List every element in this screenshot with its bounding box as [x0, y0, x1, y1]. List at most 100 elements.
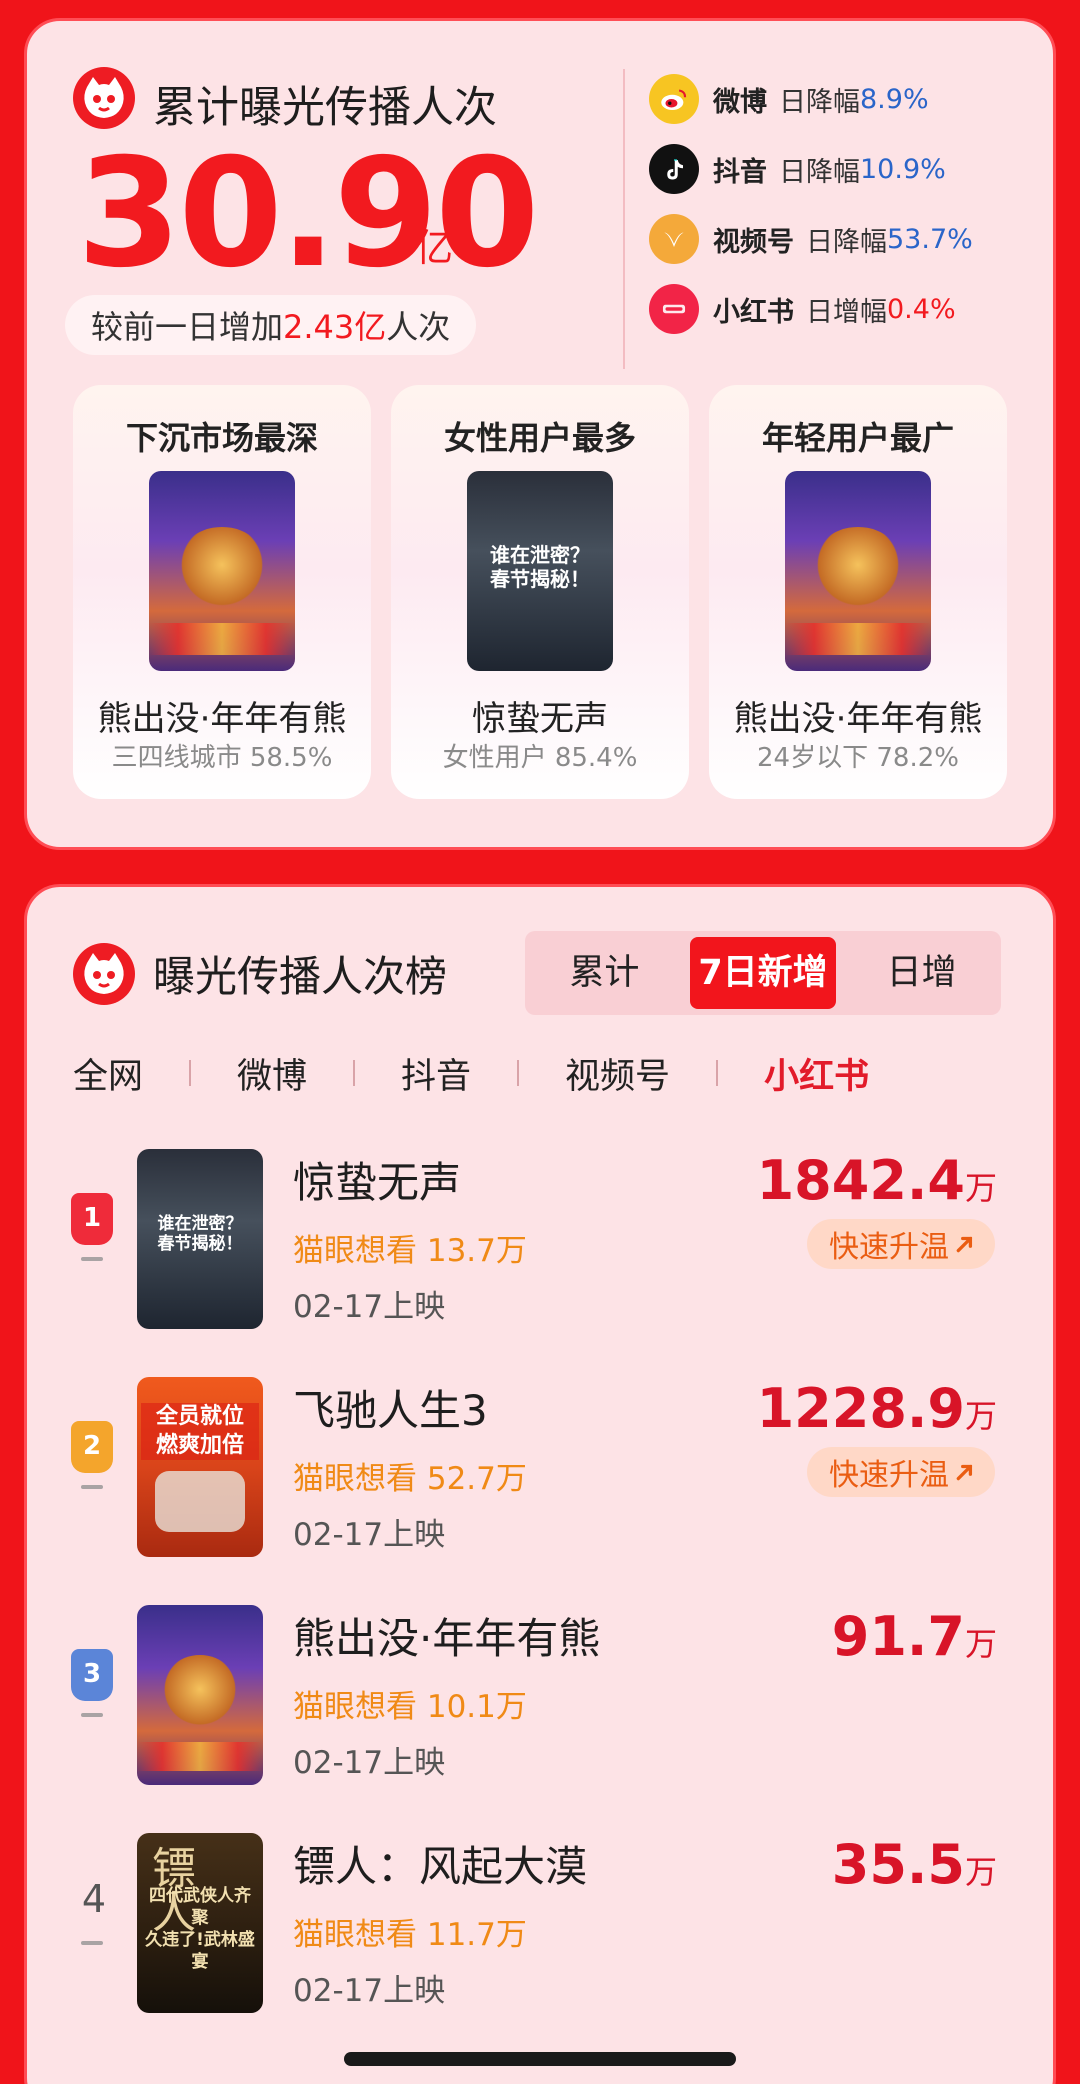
platform-tabs: 全网 微博 抖音 视频号 小红书: [73, 1043, 869, 1103]
ranking-card: 曝光传播人次榜 累计 7日新增 日增 全网 微博 抖音 视频号 小红书 1 谁在…: [24, 884, 1056, 2084]
home-indicator[interactable]: [344, 2052, 736, 2066]
channels-icon: [649, 214, 699, 264]
tab-separator: [353, 1060, 356, 1086]
rank-change-dash: [81, 1713, 103, 1717]
exposure-unit: 万: [964, 1625, 997, 1663]
exposure-value: 1228.9万: [757, 1377, 997, 1440]
trend-label: 快速升温: [829, 1458, 949, 1493]
trend-badge: 快速升温: [807, 1447, 995, 1497]
ranking-list-item[interactable]: 2 全员就位 燃爽加倍 飞驰人生3 猫眼想看 52.7万 02-17上映 122…: [27, 1377, 1053, 1561]
want-to-see-count: 猫眼想看 13.7万: [293, 1233, 527, 1269]
platform-row-douyin: 抖音 日降幅 10.9%: [649, 141, 946, 197]
exposure-value: 1842.4万: [757, 1149, 997, 1212]
total-exposure-unit: 亿: [415, 226, 454, 270]
feature-title: 下沉市场最深: [125, 419, 318, 457]
increase-suffix: 人次: [386, 308, 451, 346]
trend-label: 快速升温: [829, 1230, 949, 1265]
summary-title: 累计曝光传播人次: [153, 83, 497, 133]
platform-row-channels: 视频号 日降幅 53.7%: [649, 211, 973, 267]
douyin-icon: [649, 144, 699, 194]
trend-up-arrow-icon: [956, 1236, 973, 1253]
poster-text: 谁在泄密？ 春节揭秘！: [157, 1213, 243, 1255]
rank-change-dash: [81, 1941, 103, 1945]
rank-change-dash: [81, 1257, 103, 1261]
platform-change-value: 53.7%: [887, 223, 973, 255]
total-exposure-number: 30.90: [77, 127, 539, 301]
exposure-number: 35.5: [831, 1833, 965, 1896]
film-poster-jingzhe: 谁在泄密？ 春节揭秘！: [137, 1149, 263, 1329]
segment-daily[interactable]: 日增: [848, 937, 995, 1009]
poster-text: 全员就位 燃爽加倍: [141, 1403, 259, 1461]
ranking-list-item[interactable]: 3 熊出没·年年有熊 猫眼想看 10.1万 02-17上映 91.7万: [27, 1605, 1053, 1789]
film-poster-feichi: 全员就位 燃爽加倍: [137, 1377, 263, 1557]
tab-separator: [517, 1060, 520, 1086]
maoyan-cat-logo-icon: [73, 943, 135, 1005]
release-date: 02-17上映: [293, 1289, 446, 1325]
feature-card-young[interactable]: 年轻用户最广 熊出没·年年有熊 24岁以下 78.2%: [709, 385, 1007, 799]
film-poster-bear: [785, 471, 931, 671]
ranking-list-item[interactable]: 1 谁在泄密？ 春节揭秘！ 惊蛰无声 猫眼想看 13.7万 02-17上映 18…: [27, 1149, 1053, 1333]
tab-douyin[interactable]: 抖音: [401, 1048, 471, 1099]
platform-change-label: 日降幅: [779, 86, 860, 118]
platform-change-value: 10.9%: [860, 153, 946, 185]
film-poster-biaoren: 镖人 四代武侠人齐聚 久违了!武林盛宴: [137, 1833, 263, 2013]
feature-stat: 24岁以下 78.2%: [757, 743, 959, 773]
increase-value: 2.43亿: [283, 308, 387, 346]
ranking-list-item[interactable]: 4 镖人 四代武侠人齐聚 久违了!武林盛宴 镖人：风起大漠 猫眼想看 11.7万…: [27, 1833, 1053, 2017]
xiaohongshu-icon: [649, 284, 699, 334]
segment-7day-new[interactable]: 7日新增: [689, 937, 837, 1009]
tab-xiaohongshu[interactable]: 小红书: [764, 1048, 869, 1099]
feature-film-name: 熊出没·年年有熊: [733, 699, 983, 739]
platform-row-weibo: 微博 日降幅 8.9%: [649, 71, 929, 127]
platform-change-value: 8.9%: [860, 83, 929, 115]
exposure-unit: 万: [964, 1853, 997, 1891]
exposure-unit: 万: [964, 1397, 997, 1435]
film-poster-bear: [137, 1605, 263, 1785]
film-name: 镖人：风起大漠: [293, 1842, 588, 1891]
exposure-number: 91.7: [831, 1605, 965, 1668]
feature-card-lower-tier[interactable]: 下沉市场最深 熊出没·年年有熊 三四线城市 58.5%: [73, 385, 371, 799]
rank-badge: 3: [71, 1649, 113, 1701]
maoyan-cat-logo-icon: [73, 67, 135, 129]
ranking-title: 曝光传播人次榜: [153, 952, 448, 1001]
rank-change-dash: [81, 1485, 103, 1489]
weibo-icon: [649, 74, 699, 124]
rank-badge: 2: [71, 1421, 113, 1473]
platform-change-label: 日增幅: [806, 296, 887, 328]
tab-all[interactable]: 全网: [73, 1048, 143, 1099]
segment-cumulative[interactable]: 累计: [531, 937, 678, 1009]
feature-stat: 女性用户 85.4%: [442, 743, 638, 773]
platform-change-label: 日降幅: [806, 226, 887, 258]
want-to-see-count: 猫眼想看 10.1万: [293, 1689, 527, 1725]
platform-name: 抖音: [713, 156, 767, 188]
exposure-number: 1228.9: [756, 1377, 965, 1440]
daily-increase-pill: 较前一日增加 2.43亿 人次: [65, 295, 477, 355]
release-date: 02-17上映: [293, 1745, 446, 1781]
film-name: 飞驰人生3: [293, 1386, 488, 1435]
poster-text: 谁在泄密？ 春节揭秘！: [490, 543, 590, 591]
tab-channels[interactable]: 视频号: [565, 1048, 670, 1099]
platform-name: 小红书: [713, 296, 794, 328]
rank-badge: 1: [71, 1193, 113, 1245]
exposure-unit: 万: [964, 1169, 997, 1207]
vertical-divider: [623, 69, 625, 369]
platform-change-label: 日降幅: [779, 156, 860, 188]
film-name: 熊出没·年年有熊: [293, 1614, 601, 1663]
poster-text: 四代武侠人齐聚 久违了!武林盛宴: [145, 1885, 255, 1972]
release-date: 02-17上映: [293, 1973, 446, 2009]
tab-weibo[interactable]: 微博: [237, 1048, 307, 1099]
platform-name: 微博: [713, 86, 767, 118]
feature-title: 女性用户最多: [443, 419, 636, 457]
film-poster-bear: [149, 471, 295, 671]
feature-film-name: 熊出没·年年有熊: [97, 699, 347, 739]
tab-separator: [189, 1060, 192, 1086]
exposure-value: 35.5万: [832, 1833, 997, 1896]
summary-card: 累计曝光传播人次 30.90 亿 较前一日增加 2.43亿 人次 微博 日降幅 …: [24, 18, 1056, 850]
feature-card-female[interactable]: 女性用户最多 谁在泄密？ 春节揭秘！ 惊蛰无声 女性用户 85.4%: [391, 385, 689, 799]
tab-separator: [716, 1060, 719, 1086]
film-poster-jingzhe: 谁在泄密？ 春节揭秘！: [467, 471, 613, 671]
want-to-see-count: 猫眼想看 11.7万: [293, 1917, 527, 1953]
trend-up-arrow-icon: [956, 1464, 973, 1481]
feature-title: 年轻用户最广: [761, 419, 954, 457]
exposure-number: 1842.4: [756, 1149, 965, 1212]
